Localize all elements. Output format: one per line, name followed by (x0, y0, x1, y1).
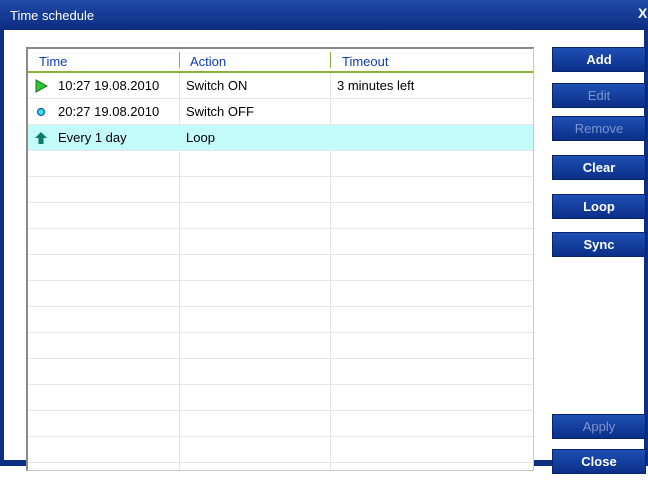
row-time: 20:27 19.08.2010 (58, 104, 160, 119)
dot-icon (36, 107, 46, 117)
close-window-icon[interactable]: X (638, 5, 648, 23)
play-icon (35, 79, 48, 93)
empty-row (28, 359, 533, 385)
window-title: Time schedule (10, 8, 95, 23)
column-header-time[interactable]: Time (39, 54, 67, 69)
add-button[interactable]: Add (552, 47, 646, 72)
sync-button[interactable]: Sync (552, 232, 646, 257)
column-header-timeout[interactable]: Timeout (342, 54, 388, 69)
empty-row (28, 255, 533, 281)
row-timeout: 3 minutes left (337, 78, 415, 93)
empty-row (28, 385, 533, 411)
column-separator[interactable] (330, 52, 331, 68)
empty-row (28, 203, 533, 229)
close-button[interactable]: Close (552, 449, 646, 474)
loop-button[interactable]: Loop (552, 194, 646, 219)
remove-button[interactable]: Remove (552, 116, 646, 141)
empty-row (28, 281, 533, 307)
row-action: Switch ON (186, 78, 248, 93)
row-time: Every 1 day (58, 130, 127, 145)
row-action: Switch OFF (186, 104, 254, 119)
time-schedule-window: Time schedule X Time Action Timeout 10:2… (0, 0, 648, 474)
schedule-list[interactable]: Time Action Timeout 10:27 19.08.2010 Swi… (26, 47, 534, 471)
dialog-body: Time Action Timeout 10:27 19.08.2010 Swi… (4, 30, 646, 474)
empty-row (28, 151, 533, 177)
title-bar[interactable]: Time schedule X (0, 0, 648, 30)
clear-button[interactable]: Clear (552, 155, 646, 180)
apply-button[interactable]: Apply (552, 414, 646, 439)
table-row[interactable]: Every 1 day Loop (28, 125, 533, 151)
empty-row (28, 229, 533, 255)
column-separator[interactable] (179, 52, 180, 68)
row-action: Loop (186, 130, 215, 145)
empty-row (28, 333, 533, 359)
table-row[interactable]: 20:27 19.08.2010 Switch OFF (28, 99, 533, 125)
row-time: 10:27 19.08.2010 (58, 78, 160, 93)
list-header: Time Action Timeout (28, 49, 533, 73)
empty-row (28, 307, 533, 333)
table-row[interactable]: 10:27 19.08.2010 Switch ON 3 minutes lef… (28, 73, 533, 99)
column-header-action[interactable]: Action (190, 54, 226, 69)
empty-row (28, 437, 533, 463)
up-arrow-icon (35, 132, 47, 144)
empty-row (28, 411, 533, 437)
edit-button[interactable]: Edit (552, 83, 646, 108)
empty-row (28, 177, 533, 203)
